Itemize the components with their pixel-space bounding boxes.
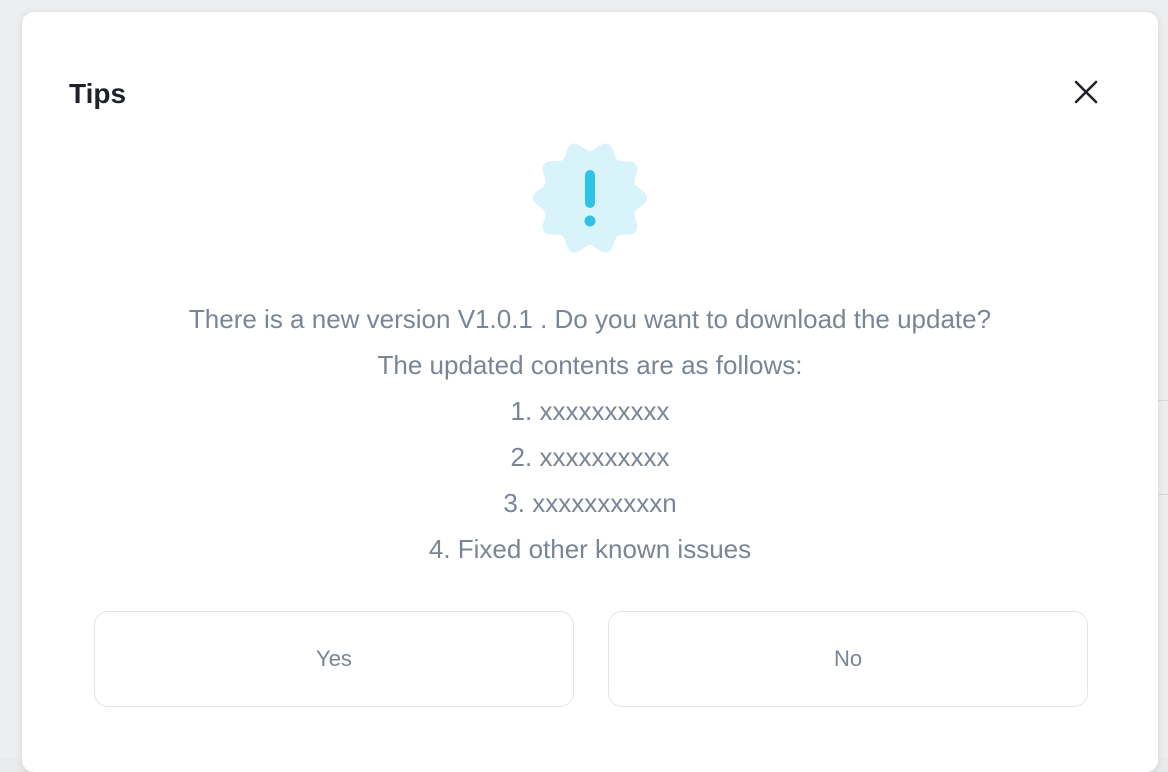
no-button[interactable]: No xyxy=(608,611,1088,707)
close-button[interactable] xyxy=(1068,74,1104,110)
exclamation-badge-icon xyxy=(530,138,650,258)
message-line: There is a new version V1.0.1 . Do you w… xyxy=(188,304,992,334)
close-icon xyxy=(1074,80,1098,104)
list-item: 3. xxxxxxxxxxn xyxy=(503,488,677,518)
update-dialog: Tips There is a new version V1.0.1 . Do … xyxy=(22,12,1158,772)
update-message: There is a new version V1.0.1 . Do you w… xyxy=(22,296,1158,572)
list-item: 4. Fixed other known issues xyxy=(428,534,752,564)
message-line: The updated contents are as follows: xyxy=(377,350,803,380)
dialog-title: Tips xyxy=(69,78,127,109)
list-item: 1. xxxxxxxxxx xyxy=(510,396,670,426)
list-item: 2. xxxxxxxxxx xyxy=(510,442,670,472)
yes-button[interactable]: Yes xyxy=(94,611,574,707)
